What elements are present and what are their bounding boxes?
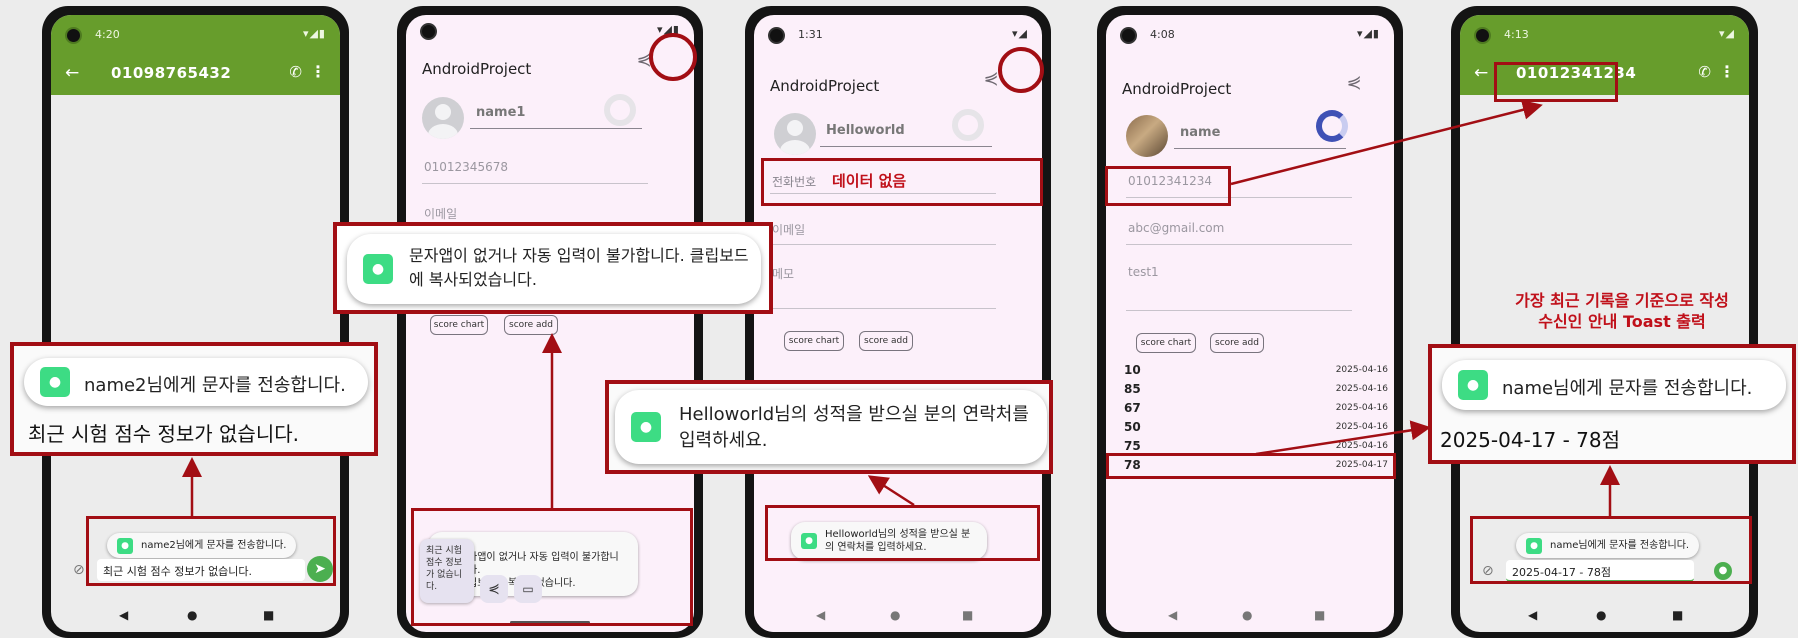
annotation-arrows — [182, 100, 1620, 516]
arrow-3 — [867, 475, 915, 507]
arrow-4a — [1230, 100, 1543, 186]
canvas: 4:20 ▾◢▮ ← 01098765432 ✆ ⋮ ● name2님에게 문자… — [0, 0, 1798, 638]
arrow-4b — [1255, 420, 1431, 456]
